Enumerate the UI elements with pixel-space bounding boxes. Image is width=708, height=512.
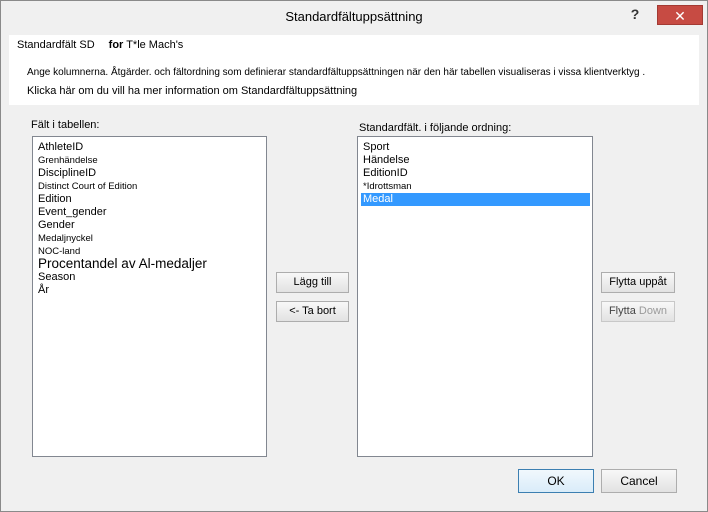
default-fields-items: Sport Händelse EditionID *Idrottsman Medal [361,141,590,206]
table-fields-label: Fält i tabellen: [31,119,100,131]
table-field-list-item[interactable]: Procentandel av Al-medaljer [36,257,264,271]
table-field-list-item[interactable]: AthleteID [36,141,264,154]
title-bar: Standardfältuppsättning ? ✕ [1,1,707,35]
table-field-list-item[interactable]: Gender [36,219,264,232]
table-fields-listbox[interactable]: AthleteID Grenhändelse DisciplineID Distinc… [32,136,267,457]
help-icon[interactable]: ? [624,5,646,23]
table-field-list-item[interactable]: Edition [36,193,264,206]
add-button[interactable]: Lägg till [276,272,349,293]
ok-button[interactable]: OK [518,469,594,493]
table-field-list-item[interactable]: Season [36,271,264,284]
help-link[interactable]: Klicka här om du vill ha mer information… [27,85,357,97]
default-field-list-item[interactable]: *Idrottsman [361,180,590,193]
table-field-list-item[interactable]: År [36,284,264,297]
table-name: T*le Mach's [126,39,184,51]
table-fields-items: AthleteID Grenhändelse DisciplineID Distinc… [36,141,264,297]
description-text: Ange kolumnerna. Åtgärder. och fältordni… [27,67,646,78]
dialog-title: Standardfältuppsättning [285,9,423,24]
table-field-list-item[interactable]: Distinct Court of Edition [36,180,264,193]
move-down-label-part2: Down [638,305,668,317]
move-down-label-part1: Flytta [608,305,636,317]
info-panel: Standardfält SD for T*le Mach's Ange kolu… [9,35,699,105]
table-field-list-item[interactable]: Event_gender [36,206,264,219]
field-set-label: Standardfält SD [17,39,95,51]
remove-button[interactable]: <- Ta bort [276,301,349,322]
table-field-list-item[interactable]: Medaljnyckel [36,232,264,245]
default-fields-listbox[interactable]: Sport Händelse EditionID *Idrottsman Medal [357,136,593,457]
default-field-list-item[interactable]: EditionID [361,167,590,180]
move-up-button[interactable]: Flytta uppåt [601,272,675,293]
cancel-button[interactable]: Cancel [601,469,677,493]
default-field-list-item[interactable]: Sport [361,141,590,154]
for-label: for [108,39,124,51]
close-icon[interactable]: ✕ [657,5,703,25]
move-down-button[interactable]: Flytta Down [601,301,675,322]
table-field-list-item[interactable]: Grenhändelse [36,154,264,167]
default-field-list-item[interactable]: Medal [361,193,590,206]
field-set-header: Standardfält SD for T*le Mach's [17,39,183,51]
default-fields-label: Standardfält. i följande ordning: [359,122,512,134]
dialog-window: Standardfältuppsättning ? ✕ Standardfält… [0,0,708,512]
table-field-list-item[interactable]: DisciplineID [36,167,264,180]
default-field-list-item[interactable]: Händelse [361,154,590,167]
